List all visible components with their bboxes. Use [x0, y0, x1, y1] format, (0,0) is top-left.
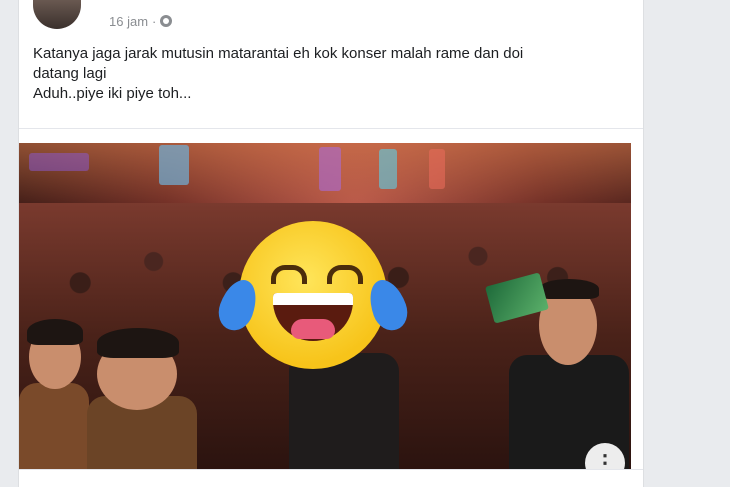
- stage-light: [159, 145, 189, 185]
- globe-icon[interactable]: [160, 15, 173, 27]
- meta-separator: ·: [152, 13, 157, 29]
- avatar[interactable]: [33, 0, 81, 29]
- post-meta: 16 jam ·: [109, 13, 173, 29]
- post-text-line: Katanya jaga jarak mutusin matarantai eh…: [33, 45, 524, 62]
- emoji-eye-left: [271, 265, 307, 284]
- post-text-line: datang lagi: [33, 65, 107, 82]
- post-text-line: Aduh..piye iki piye toh...: [33, 85, 192, 102]
- stage-light: [319, 147, 341, 191]
- post-text: Katanya jaga jarak mutusin matarantai eh…: [33, 44, 623, 104]
- post-header: 16 jam ·: [33, 0, 173, 40]
- stage-light: [429, 149, 445, 189]
- post-card: 16 jam · Katanya jaga jarak mutusin mata…: [18, 0, 644, 487]
- bottom-strip: [19, 469, 643, 487]
- post-photo[interactable]: ⋮: [19, 143, 631, 469]
- laughing-tears-emoji: [213, 221, 413, 369]
- stage-light: [379, 149, 397, 189]
- emoji-eye-right: [327, 265, 363, 284]
- divider: [19, 128, 643, 129]
- stage-light: [29, 153, 89, 171]
- emoji-mouth: [273, 293, 353, 341]
- post-timestamp[interactable]: 16 jam: [109, 14, 148, 29]
